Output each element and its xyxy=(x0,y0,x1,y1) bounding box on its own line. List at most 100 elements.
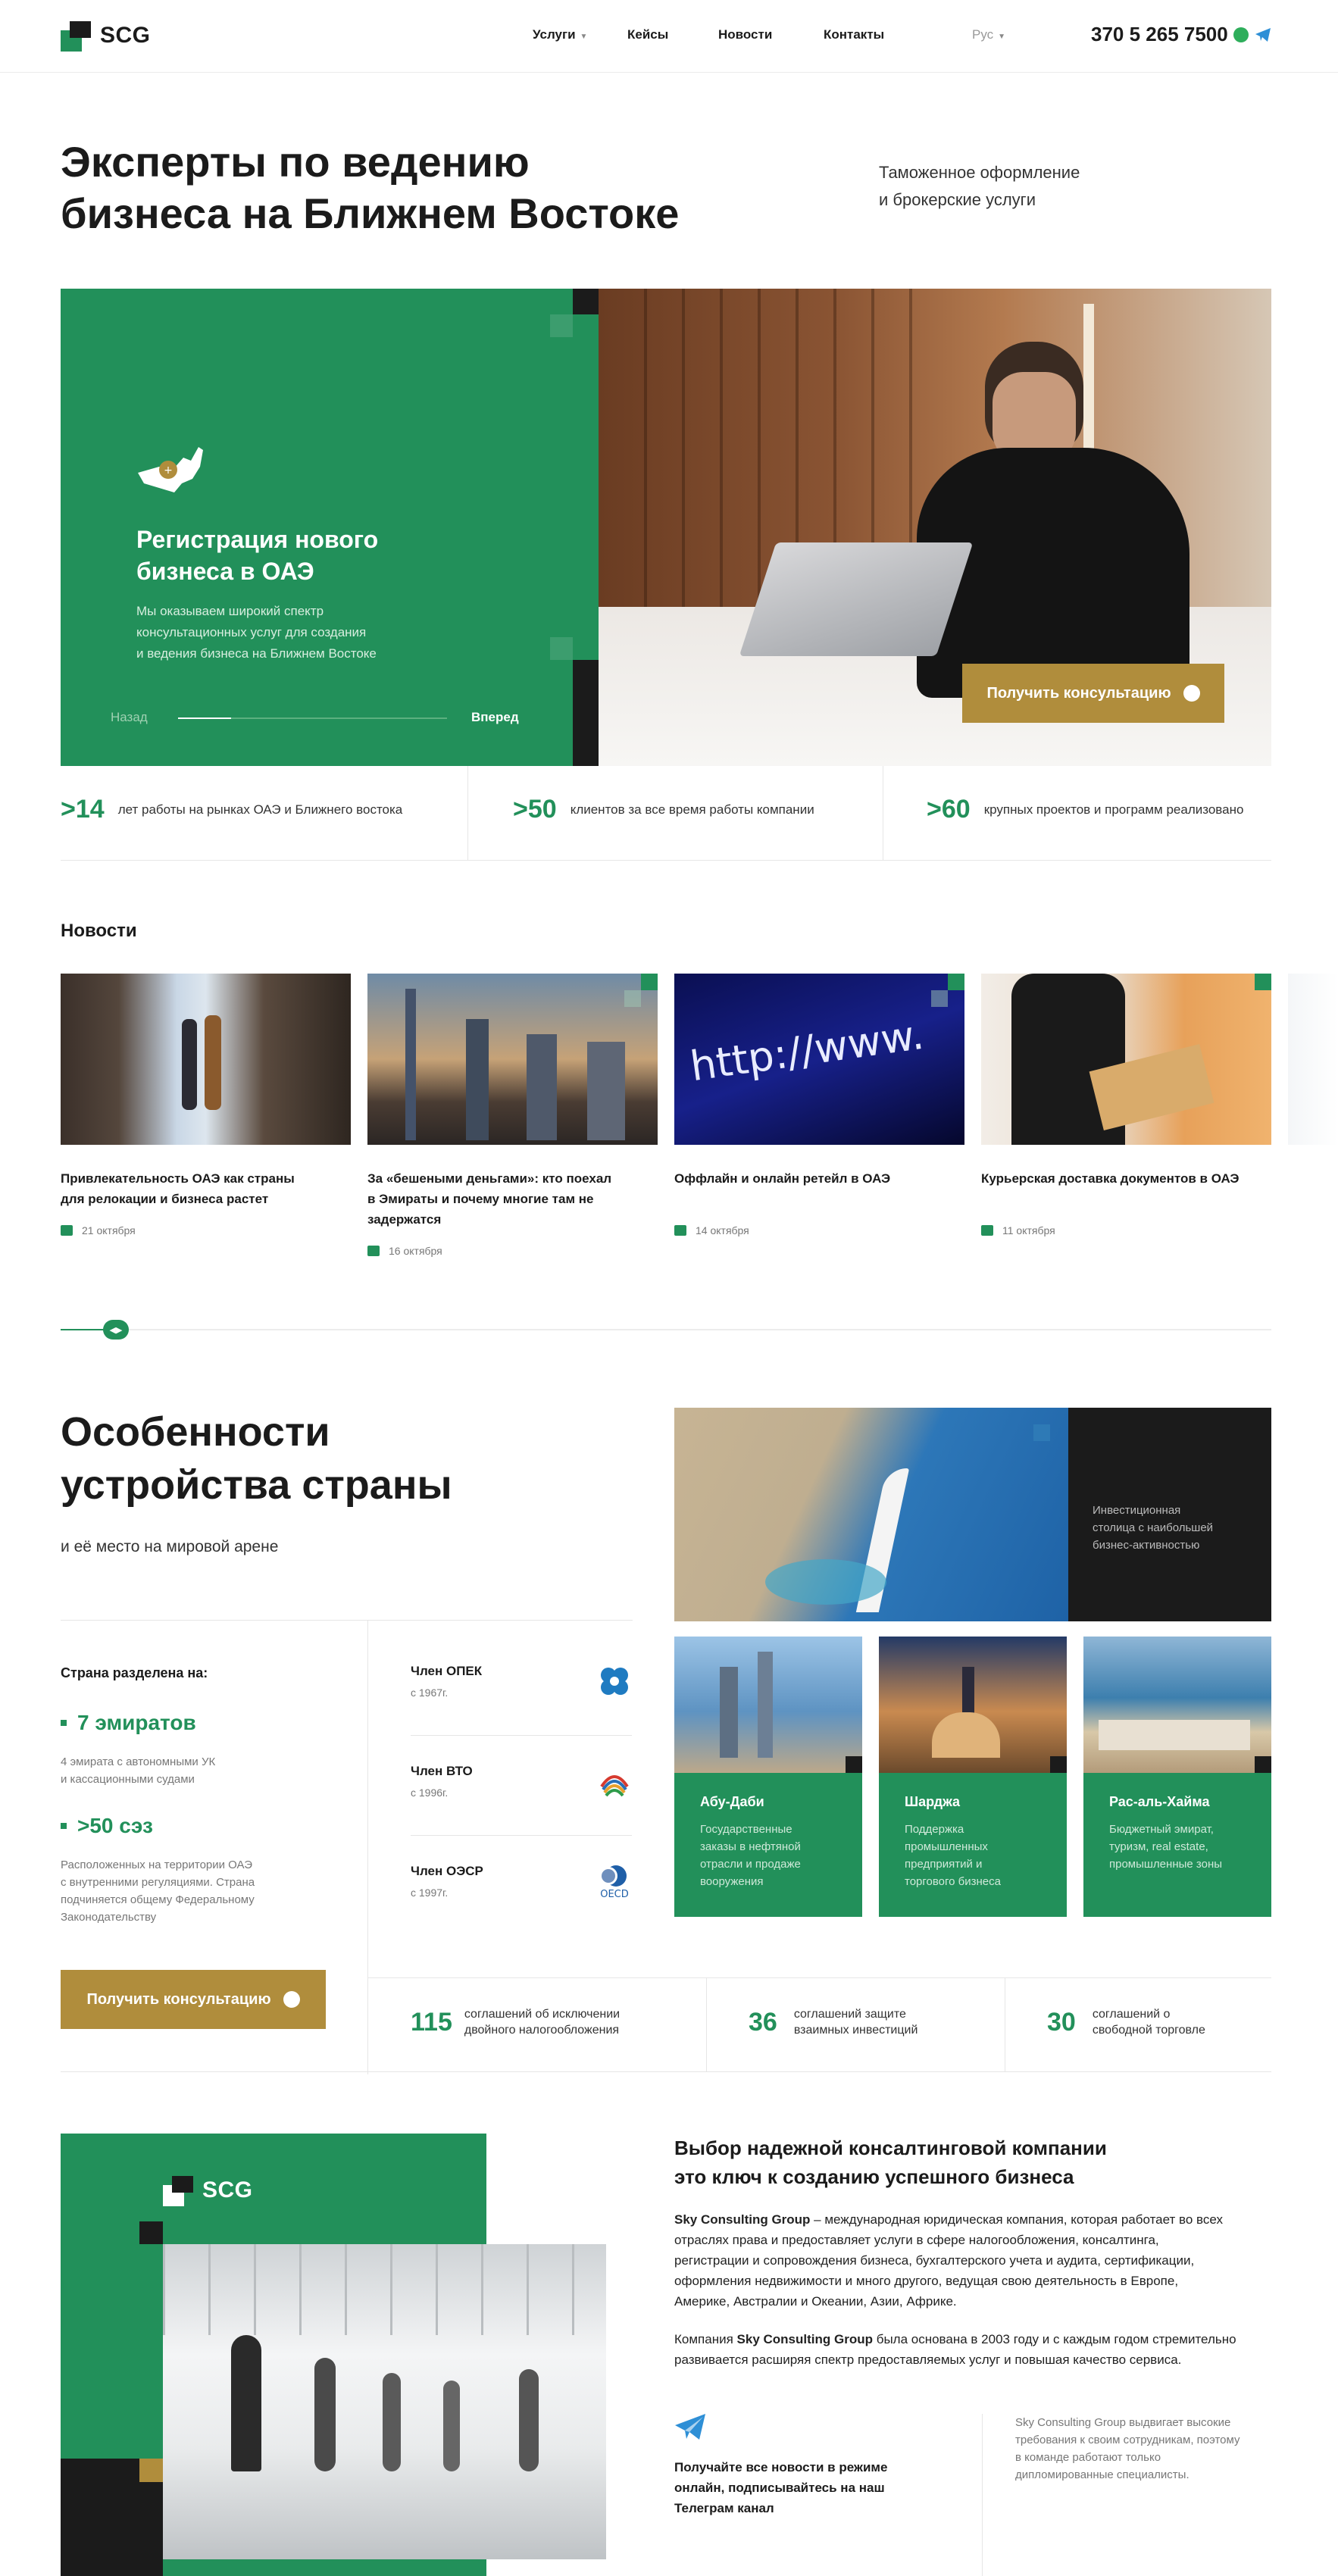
emirate-card[interactable]: Шарджа Поддержка промышленных предприятий… xyxy=(879,1773,1067,1917)
agreement-text-line: соглашений защите xyxy=(793,2008,906,2021)
emirate-card-description-line: Бюджетный эмират, xyxy=(1109,1823,1214,1836)
nav-item-cases[interactable]: Кейсы xyxy=(627,27,668,42)
news-title[interactable]: За «бешеными деньгами»: кто поехал в Эми… xyxy=(367,1168,658,1230)
phone-link[interactable]: 370 5 265 7500 xyxy=(1091,23,1228,46)
stat-item: >60 крупных проектов и программ реализов… xyxy=(927,795,1243,824)
site-header: SCG Услуги ▼ Кейсы Новости Контакты Рус ▼ … xyxy=(0,0,1338,73)
news-date: 16 октября xyxy=(367,1245,442,1257)
hero-slide-panel: + Регистрация нового бизнеса в ОАЭ Мы ок… xyxy=(61,289,674,766)
emirate-card[interactable]: Абу-Даби Государственные заказы в нефтяно… xyxy=(674,1773,862,1917)
about-paragraph-2: Компания Sky Consulting Group была основ… xyxy=(674,2329,1273,2370)
news-heading: Новости xyxy=(61,921,137,941)
sez-description-line: с внутренними регуляциями. Страна xyxy=(61,1876,255,1889)
nav-item-services[interactable]: Услуги ▼ xyxy=(533,27,587,42)
about-text-line: оформления недвижимости и много другого,… xyxy=(674,2274,1179,2288)
svg-text:+: + xyxy=(164,464,173,477)
news-title[interactable]: Привлекательность ОАЭ как страны для рел… xyxy=(61,1168,351,1209)
nav-item-contacts[interactable]: Контакты xyxy=(824,27,884,42)
sez-description: Расположенных на территории ОАЭ с внутрен… xyxy=(61,1856,255,1926)
news-image[interactable]: http://www. xyxy=(674,974,964,1145)
person-figure xyxy=(383,2373,401,2471)
stat-number: >14 xyxy=(61,795,105,824)
corner-decor xyxy=(1255,1756,1271,1773)
logo-text[interactable]: SCG xyxy=(100,23,151,48)
logo-icon[interactable] xyxy=(61,21,91,52)
nav-label[interactable]: Кейсы xyxy=(627,27,668,42)
worker-figure xyxy=(205,1015,221,1110)
news-title[interactable]: Курьерская доставка документов в ОАЭ xyxy=(981,1168,1271,1189)
news-image[interactable] xyxy=(61,974,351,1145)
button-label: Получить консультацию xyxy=(986,684,1171,702)
page-title: Эксперты по ведению бизнеса на Ближнем В… xyxy=(61,136,679,239)
dubai-caption-line: бизнес-активностью xyxy=(1093,1539,1200,1552)
telegram-subscribe-link[interactable]: Получайте все новости в режиме онлайн, п… xyxy=(674,2457,887,2518)
emirate-card-description-line: туризм, real estate, xyxy=(1109,1840,1208,1853)
news-title-line: для релокации и бизнеса растет xyxy=(61,1192,269,1206)
person-figure xyxy=(231,2335,261,2471)
about-title: Выбор надежной консалтинговой компании э… xyxy=(674,2134,1107,2191)
get-consultation-button[interactable]: Получить консультацию xyxy=(61,1970,326,2029)
news-title-line: в Эмираты и почему многие там не xyxy=(367,1192,594,1206)
divider xyxy=(467,766,468,861)
divider xyxy=(411,1735,632,1736)
slider-next-button[interactable]: Вперед xyxy=(471,710,519,725)
tower xyxy=(405,989,416,1140)
scroll-handle-icon[interactable]: ◀▶ xyxy=(103,1320,129,1340)
sez-description-line: Законодательству xyxy=(61,1911,157,1924)
news-title-line: Привлекательность ОАЭ как страны xyxy=(61,1171,295,1186)
bullet-icon xyxy=(61,1720,67,1726)
news-image[interactable] xyxy=(981,974,1271,1145)
news-date-text: 11 октября xyxy=(1002,1224,1055,1236)
emirate-card-description-line: промышленные зоны xyxy=(1109,1858,1223,1871)
language-select[interactable]: Рус ▼ xyxy=(972,27,1005,42)
dubai-caption: Инвестиционная столица с наибольшей бизн… xyxy=(1093,1502,1213,1554)
whatsapp-icon[interactable] xyxy=(1233,27,1249,42)
divided-label: Страна разделена на: xyxy=(61,1665,208,1680)
agreement-text-line: соглашений об исключении xyxy=(464,2008,621,2021)
about-text-line: отраслях права и предоставляет услуги в … xyxy=(674,2233,1159,2247)
hero-subtitle: Таможенное оформление и брокерские услуг… xyxy=(879,159,1080,214)
tower xyxy=(527,1034,557,1140)
divider xyxy=(367,1977,1271,1978)
office-photo xyxy=(163,2244,606,2559)
stat-number: >60 xyxy=(927,795,971,824)
news-date: 21 октября xyxy=(61,1224,136,1236)
emirate-card[interactable]: Рас-аль-Хайма Бюджетный эмират, туризм, r… xyxy=(1083,1773,1271,1917)
worker-figure xyxy=(182,1019,197,1110)
dubai-caption-line: Инвестиционная xyxy=(1093,1504,1181,1517)
news-date-text: 21 октября xyxy=(82,1224,136,1236)
dubai-image xyxy=(674,1408,1068,1621)
agreement-number: 115 xyxy=(411,2007,452,2037)
telegram-subscribe-line: онлайн, подписывайтесь на наш xyxy=(674,2481,885,2495)
features-title-line: Особенности xyxy=(61,1409,330,1455)
calendar-icon xyxy=(61,1225,73,1236)
telegram-icon[interactable] xyxy=(674,2413,706,2440)
about-text: Компания xyxy=(674,2332,737,2346)
news-date-text: 14 октября xyxy=(696,1224,749,1236)
agreement-item: 30 соглашений о свободной торговле xyxy=(1047,2006,1205,2038)
about-text-line: регистрации и сопровождения бизнеса, бух… xyxy=(674,2253,1195,2268)
stat-number: >50 xyxy=(513,795,557,824)
slide-description-line: консультационных услуг для создания xyxy=(136,625,367,639)
get-consultation-button[interactable]: Получить консультацию xyxy=(962,664,1224,723)
nav-label[interactable]: Услуги xyxy=(533,27,576,42)
telegram-subscribe-line: Телеграм канал xyxy=(674,2501,774,2515)
wto-icon xyxy=(600,1775,629,1797)
nav-label[interactable]: Новости xyxy=(718,27,772,42)
emirate-card-description-line: вооружения xyxy=(700,1875,764,1888)
telegram-icon[interactable] xyxy=(1255,27,1271,42)
emirate-card-description-line: Поддержка xyxy=(905,1823,964,1836)
news-scrollbar-track[interactable]: ◀▶ xyxy=(61,1320,1271,1340)
nav-label[interactable]: Контакты xyxy=(824,27,884,42)
calendar-icon xyxy=(674,1225,686,1236)
news-image[interactable] xyxy=(367,974,658,1145)
news-title-line: За «бешеными деньгами»: кто поехал xyxy=(367,1171,612,1186)
emirate-card-title: Рас-аль-Хайма xyxy=(1109,1794,1210,1809)
features-title-line: устройства страны xyxy=(61,1462,452,1508)
tower xyxy=(587,1042,625,1140)
slider-prev-button[interactable]: Назад xyxy=(111,710,148,725)
nav-item-news[interactable]: Новости xyxy=(718,27,772,42)
news-date-text: 16 октября xyxy=(389,1245,442,1257)
news-title[interactable]: Оффлайн и онлайн ретейл в ОАЭ xyxy=(674,1168,964,1189)
corner-decor xyxy=(1033,1424,1050,1441)
